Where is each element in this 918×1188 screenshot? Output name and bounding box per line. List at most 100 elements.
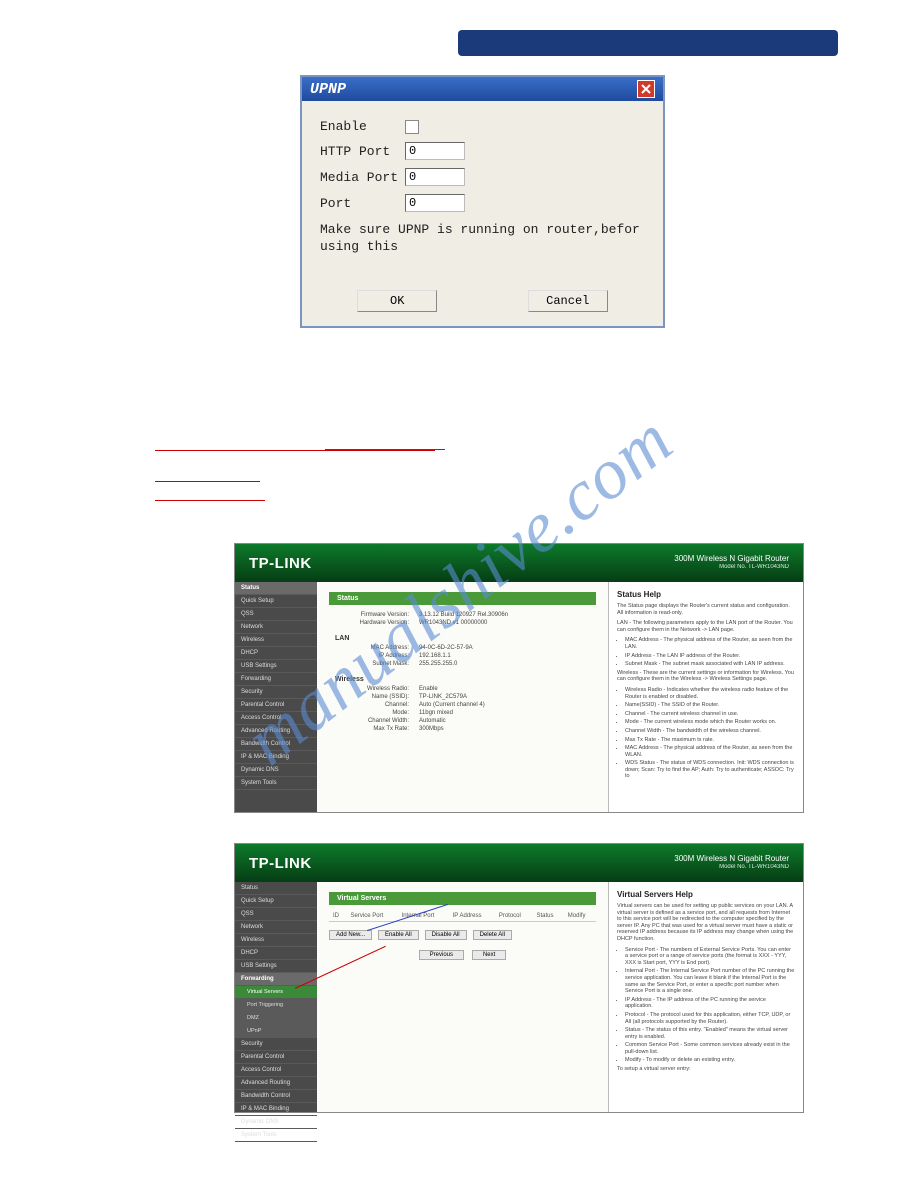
lan-head: LAN	[335, 635, 596, 642]
help-li6: Channel - The current wireless channel i…	[625, 711, 795, 718]
wx-k: Max Tx Rate:	[329, 726, 419, 732]
tp-model2-line2: Model No. TL-WR1043ND	[674, 864, 789, 872]
nav-quick-setup[interactable]: Quick Setup	[235, 595, 317, 608]
nav-ip-mac[interactable]: IP & MAC Binding	[235, 751, 317, 764]
nav-access[interactable]: Access Control	[235, 712, 317, 725]
enable-checkbox[interactable]	[405, 120, 419, 134]
http-port-label: HTTP Port	[320, 144, 405, 159]
nav-parental[interactable]: Parental Control	[235, 699, 317, 712]
help-li2: IP Address - The LAN IP address of the R…	[625, 653, 795, 660]
nav2-advrouting[interactable]: Advanced Routing	[235, 1077, 317, 1090]
nav2-wireless[interactable]: Wireless	[235, 934, 317, 947]
lan-mask-v: 255.255.255.0	[419, 661, 457, 667]
nav-network[interactable]: Network	[235, 621, 317, 634]
add-new-button[interactable]: Add New...	[329, 930, 372, 940]
nav2-parental[interactable]: Parental Control	[235, 1051, 317, 1064]
nav2-security[interactable]: Security	[235, 1038, 317, 1051]
fw-v: 3.13.12 Build 120927 Rel.30906n	[419, 612, 508, 618]
nav-bandwidth[interactable]: Bandwidth Control	[235, 738, 317, 751]
ok-button[interactable]: OK	[357, 290, 437, 312]
help-li1: MAC Address - The physical address of th…	[625, 637, 795, 650]
tp-model-line2: Model No. TL-WR1043ND	[674, 564, 789, 572]
th-id: ID	[329, 911, 347, 922]
th-modify: Modify	[564, 911, 596, 922]
nav-usb-settings[interactable]: USB Settings	[235, 660, 317, 673]
nav-systools[interactable]: System Tools	[235, 777, 317, 790]
disable-all-button[interactable]: Disable All	[425, 930, 467, 940]
vs-li1: Service Port - The numbers of External S…	[625, 947, 795, 967]
nav2-upnp[interactable]: UPnP	[235, 1025, 317, 1038]
nav2-quick[interactable]: Quick Setup	[235, 895, 317, 908]
prev-button[interactable]: Previous	[419, 950, 464, 960]
close-icon[interactable]	[637, 80, 655, 98]
next-button[interactable]: Next	[472, 950, 506, 960]
tp2-help: Virtual Servers Help Virtual servers can…	[608, 882, 803, 1112]
tp-model-line1: 300M Wireless N Gigabit Router	[674, 554, 789, 564]
nav-dhcp[interactable]: DHCP	[235, 647, 317, 660]
help-p1: The Status page displays the Router's cu…	[617, 603, 795, 616]
wr-v: Enable	[419, 686, 438, 692]
tp-header-2: TP-LINK 300M Wireless N Gigabit Router M…	[235, 844, 803, 882]
fw-k: Firmware Version:	[329, 612, 419, 618]
status-section-title: Status	[329, 592, 596, 605]
help-li9: Max Tx Rate - The maximum tx rate.	[625, 737, 795, 744]
nav-adv-routing[interactable]: Advanced Routing	[235, 725, 317, 738]
th-ip: IP Address	[449, 911, 495, 922]
help-p2: LAN - The following parameters apply to …	[617, 620, 795, 633]
nav-security[interactable]: Security	[235, 686, 317, 699]
nav2-dmz[interactable]: DMZ	[235, 1012, 317, 1025]
nav2-access[interactable]: Access Control	[235, 1064, 317, 1077]
tp-model2-line1: 300M Wireless N Gigabit Router	[674, 854, 789, 864]
nav2-bandwidth[interactable]: Bandwidth Control	[235, 1090, 317, 1103]
nav-qss[interactable]: QSS	[235, 608, 317, 621]
enable-label: Enable	[320, 119, 405, 134]
wireless-head: Wireless	[335, 676, 596, 683]
nav2-virtual-servers[interactable]: Virtual Servers	[235, 986, 317, 999]
help-p3: Wireless - These are the current setting…	[617, 670, 795, 683]
tp-model: 300M Wireless N Gigabit Router Model No.…	[674, 554, 789, 572]
wm-k: Mode:	[329, 710, 419, 716]
enable-all-button[interactable]: Enable All	[378, 930, 419, 940]
nav-forwarding[interactable]: Forwarding	[235, 673, 317, 686]
nav2-status[interactable]: Status	[235, 882, 317, 895]
vs-pagination: Previous Next	[329, 950, 596, 960]
lan-mac-k: MAC Address:	[329, 645, 419, 651]
vs-button-row: Add New... Enable All Disable All Delete…	[329, 930, 596, 940]
help-li7: Mode - The current wireless mode which t…	[625, 719, 795, 726]
lan-mask-k: Subnet Mask:	[329, 661, 419, 667]
nav-status[interactable]: Status	[235, 582, 317, 595]
help-li3: Subnet Mask - The subnet mask associated…	[625, 661, 795, 668]
tplink-vs-panel: TP-LINK 300M Wireless N Gigabit Router M…	[234, 843, 804, 1113]
wx-v: 300Mbps	[419, 726, 444, 732]
help-li11: WDS Status - The status of WDS connectio…	[625, 760, 795, 780]
vs-li4: Protocol - The protocol used for this ap…	[625, 1012, 795, 1025]
nav2-network[interactable]: Network	[235, 921, 317, 934]
tp2-main: Virtual Servers ID Service Port Internal…	[317, 882, 608, 1112]
nav2-ddns[interactable]: Dynamic DNS	[235, 1116, 317, 1129]
nav2-qss[interactable]: QSS	[235, 908, 317, 921]
wn-v: TP-LINK_2C579A	[419, 694, 467, 700]
th-sp: Service Port	[347, 911, 398, 922]
cancel-button[interactable]: Cancel	[528, 290, 608, 312]
nav2-usb[interactable]: USB Settings	[235, 960, 317, 973]
tp-model-2: 300M Wireless N Gigabit Router Model No.…	[674, 854, 789, 872]
port-input[interactable]	[405, 194, 465, 212]
media-port-input[interactable]	[405, 168, 465, 186]
delete-all-button[interactable]: Delete All	[473, 930, 512, 940]
nav-ddns[interactable]: Dynamic DNS	[235, 764, 317, 777]
nav-wireless[interactable]: Wireless	[235, 634, 317, 647]
ww-k: Channel Width:	[329, 718, 419, 724]
nav2-systools[interactable]: System Tools	[235, 1129, 317, 1142]
nav2-port-trig[interactable]: Port Triggering	[235, 999, 317, 1012]
help-li8: Channel Width - The bandwidth of the wir…	[625, 728, 795, 735]
nav2-ipmac[interactable]: IP & MAC Binding	[235, 1103, 317, 1116]
tp2-sidebar: Status Quick Setup QSS Network Wireless …	[235, 882, 317, 1112]
lan-mac-v: 94-0C-6D-2C-57-9A	[419, 645, 473, 651]
th-status: Status	[532, 911, 563, 922]
wr-k: Wireless Radio:	[329, 686, 419, 692]
http-port-input[interactable]	[405, 142, 465, 160]
hw-v: WR1043ND v1 00000000	[419, 620, 487, 626]
nav2-dhcp[interactable]: DHCP	[235, 947, 317, 960]
tp-logo: TP-LINK	[249, 555, 312, 572]
lan-ip-k: IP Address:	[329, 653, 419, 659]
